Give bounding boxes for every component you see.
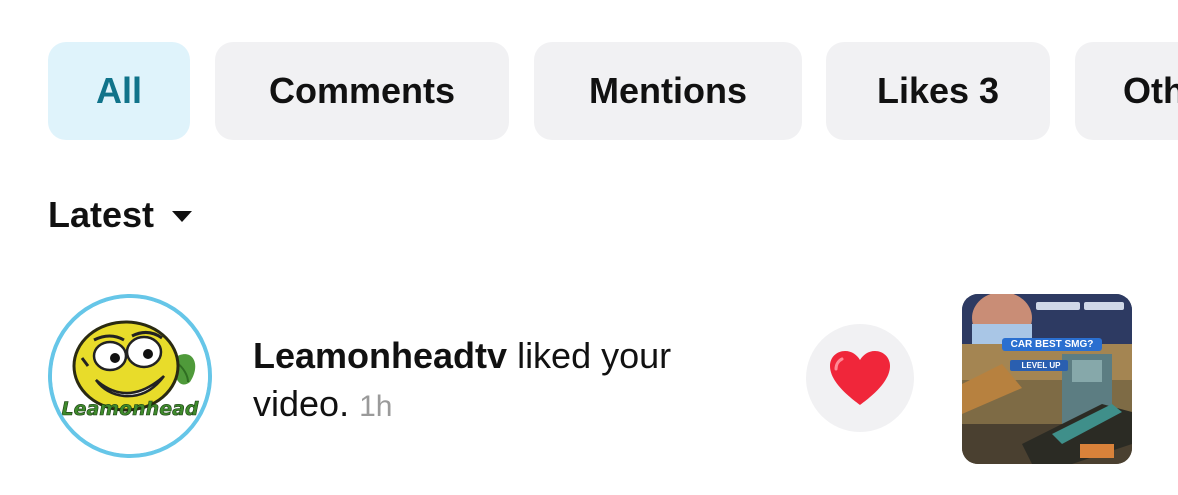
tab-likes[interactable]: Likes 3 xyxy=(826,42,1050,140)
tab-others[interactable]: Oth xyxy=(1075,42,1178,140)
notification-item[interactable]: Leamonhead Leamonheadtv liked your video… xyxy=(0,292,1178,464)
video-thumbnail-image xyxy=(962,294,1132,464)
notification-time: 1h xyxy=(359,390,393,423)
notification-text: Leamonheadtv liked your video. 1h xyxy=(253,332,773,431)
tab-others-label: Oth xyxy=(1123,70,1178,111)
reaction-badge xyxy=(806,324,914,432)
tab-all-label: All xyxy=(95,70,142,111)
sort-label: Latest xyxy=(48,194,155,235)
tab-mentions-label: Mentions xyxy=(589,70,747,111)
tab-mentions[interactable]: Mentions xyxy=(534,42,802,140)
tab-likes-label: Likes 3 xyxy=(876,70,1000,111)
tab-comments-label: Comments xyxy=(268,70,456,111)
thumbnail-caption: CAR BEST SMG? xyxy=(1002,338,1102,351)
tab-all[interactable]: All xyxy=(48,42,190,140)
sort-dropdown[interactable]: Latest xyxy=(48,190,193,240)
avatar-logo-text: Leamonhead xyxy=(61,398,199,421)
avatar[interactable]: Leamonhead xyxy=(48,294,212,458)
notification-username[interactable]: Leamonheadtv xyxy=(253,335,507,376)
caret-down-icon xyxy=(172,210,193,222)
tab-comments[interactable]: Comments xyxy=(215,42,509,140)
lemon-mascot-icon xyxy=(52,298,208,454)
video-thumbnail[interactable]: CAR BEST SMG? LEVEL UP xyxy=(962,294,1132,464)
filter-tabs: All Comments Mentions Likes 3 Oth xyxy=(0,42,1178,140)
thumbnail-badge: LEVEL UP xyxy=(1021,361,1061,370)
heart-icon xyxy=(830,351,890,405)
